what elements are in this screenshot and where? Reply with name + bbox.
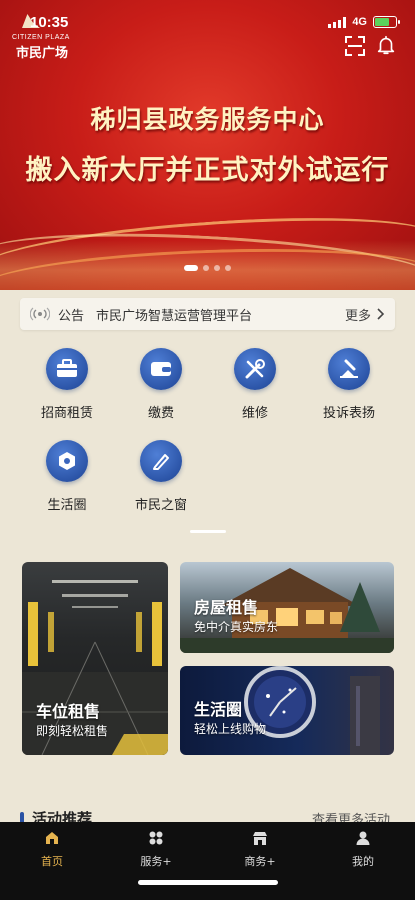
signal-icon <box>328 16 347 28</box>
tab-label: 服务+ <box>140 855 172 868</box>
banner-headline-1: 秭归县政务服务中心 <box>90 105 325 134</box>
func-label: 生活圈 <box>47 498 87 513</box>
notice-more-label: 更多 <box>344 308 371 324</box>
home-indicator[interactable] <box>138 880 278 885</box>
func-label: 投诉表扬 <box>322 406 375 421</box>
section-title: 活动推荐 <box>32 810 93 822</box>
location-icon <box>46 440 88 482</box>
notice-label: 公告 <box>58 308 85 324</box>
activity-section-header: 活动推荐 查看更多活动 <box>20 808 400 822</box>
status-icons: 4G <box>328 16 400 28</box>
tab-label: 商务+ <box>244 855 276 868</box>
grid-icon <box>149 831 163 845</box>
card-title: 车位租售 <box>36 702 101 721</box>
network-type: 4G <box>352 16 367 28</box>
card-subtitle: 轻松上线购物 <box>194 722 267 736</box>
func-label: 维修 <box>241 406 268 421</box>
func-repair[interactable]: 维修 <box>210 348 300 421</box>
section-accent-bar <box>20 812 24 822</box>
chevron-right-icon <box>377 308 385 320</box>
status-time: 10:35 <box>30 14 69 31</box>
func-label: 招商租赁 <box>40 406 93 421</box>
tab-profile[interactable]: 我的 <box>313 830 413 869</box>
bottom-tabbar: 首页 服务+ 商务+ 我的 <box>0 822 415 900</box>
tools-icon <box>234 348 276 390</box>
home-icon <box>46 832 58 844</box>
banner-headline-2: 搬入新大厅并正式对外试运行 <box>25 155 390 186</box>
store-icon <box>253 832 267 845</box>
carousel-dot[interactable] <box>184 265 198 271</box>
carousel-dot[interactable] <box>214 265 220 271</box>
bell-icon[interactable] <box>375 34 397 56</box>
tab-services[interactable]: 服务+ <box>106 830 206 869</box>
notice-bar[interactable]: 公告 市民广场智慧运营管理平台 更多 <box>20 298 395 330</box>
card-title: 生活圈 <box>194 700 243 719</box>
broadcast-icon <box>30 307 50 321</box>
section-more-link[interactable]: 查看更多活动 <box>312 809 390 822</box>
carousel-dots[interactable] <box>0 265 415 271</box>
card-title: 房屋租售 <box>194 598 259 617</box>
complaint-icon <box>328 348 370 390</box>
tab-business[interactable]: 商务+ <box>210 830 310 869</box>
carousel-dot[interactable] <box>203 265 209 271</box>
notice-text[interactable]: 市民广场智慧运营管理平台 <box>96 305 345 324</box>
func-payment[interactable]: 缴费 <box>116 348 206 421</box>
card-parking[interactable]: 车位租售 即刻轻松租售 <box>22 562 168 755</box>
card-house[interactable]: 房屋租售 免中介真实房东 <box>180 562 394 653</box>
section-divider <box>190 530 226 533</box>
card-lifecircle[interactable]: 生活圈 轻松上线购物 <box>180 666 394 755</box>
tab-label: 首页 <box>41 855 63 868</box>
card-subtitle: 免中介真实房东 <box>194 620 279 634</box>
wallet-icon <box>140 348 182 390</box>
func-leasing[interactable]: 招商租赁 <box>22 348 112 421</box>
carousel-dot[interactable] <box>225 265 231 271</box>
card-subtitle: 即刻轻松租售 <box>36 724 109 738</box>
func-lifecircle[interactable]: 生活圈 <box>22 440 112 513</box>
tab-label: 我的 <box>352 855 374 868</box>
func-complaint[interactable]: 投诉表扬 <box>304 348 394 421</box>
func-label: 缴费 <box>147 406 174 421</box>
pen-icon <box>140 440 182 482</box>
notice-more-link[interactable]: 更多 <box>345 305 385 324</box>
logo-cn: 市民广场 <box>16 46 69 61</box>
tab-home[interactable]: 首页 <box>2 830 102 869</box>
battery-icon <box>373 16 400 28</box>
logo-en: CITIZEN PLAZA <box>12 34 70 41</box>
func-citizen-window[interactable]: 市民之窗 <box>116 440 206 513</box>
briefcase-icon <box>46 348 88 390</box>
user-icon <box>356 831 370 845</box>
scan-icon[interactable] <box>345 36 365 56</box>
func-label: 市民之窗 <box>134 498 187 513</box>
